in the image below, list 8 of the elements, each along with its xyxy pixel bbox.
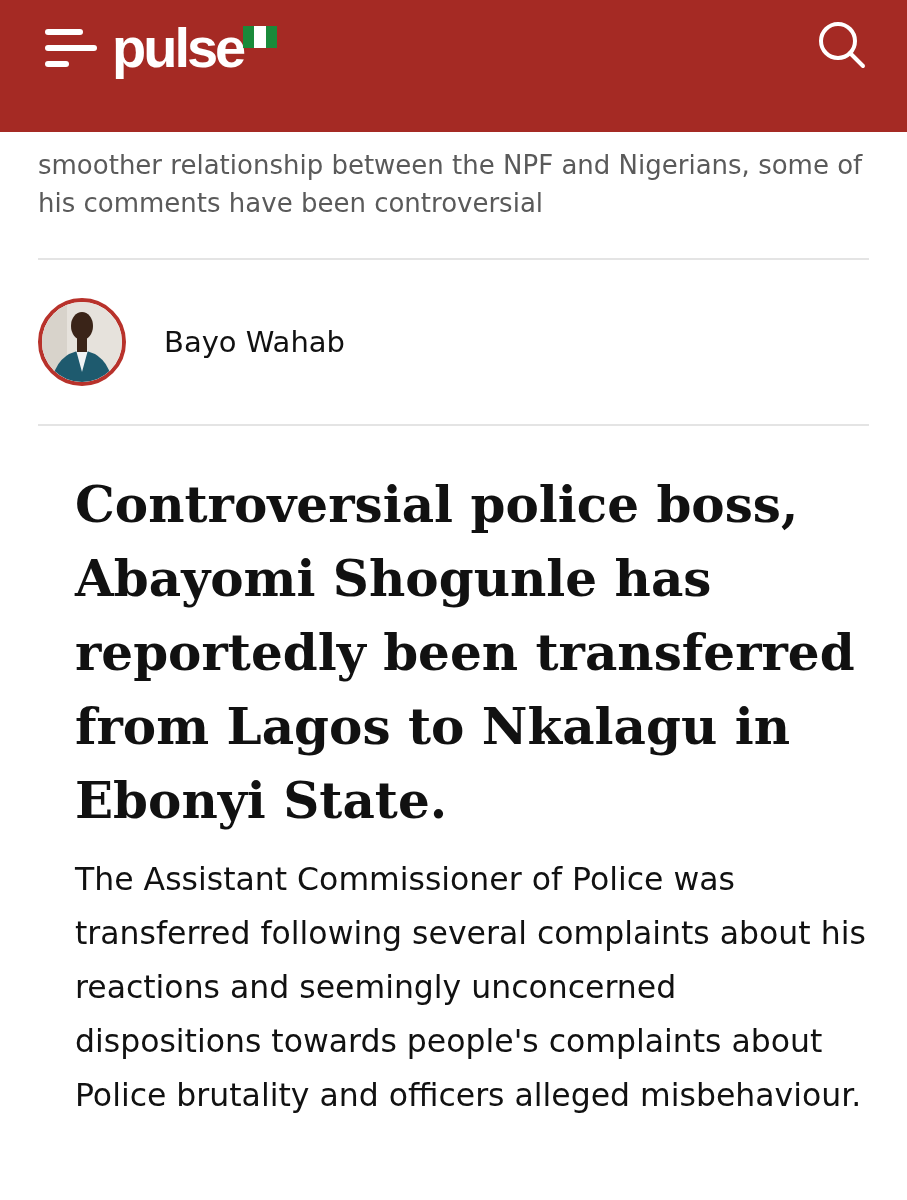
menu-icon[interactable] — [44, 26, 98, 70]
summary-text: smoother relationship between the NPF and Nigerians, some of his comments have been controversial — [38, 149, 864, 220]
logo[interactable]: pulse — [112, 18, 244, 78]
author-name[interactable]: Bayo Wahab — [164, 325, 345, 359]
article-paragraph: The Assistant Commissioner of Police was transferred following several complaints about his reactions and seemingly unconcerned dispositions towards people's complaints about Police brutality and officers alleged misbehaviour. — [75, 860, 867, 1115]
headline: Controversial police boss, Abayomi Shogunle has reportedly been transferred from Lagos to Nkalagu in Ebonyi State. — [75, 474, 856, 832]
flag-icon — [243, 26, 278, 48]
search-icon[interactable] — [817, 20, 867, 70]
